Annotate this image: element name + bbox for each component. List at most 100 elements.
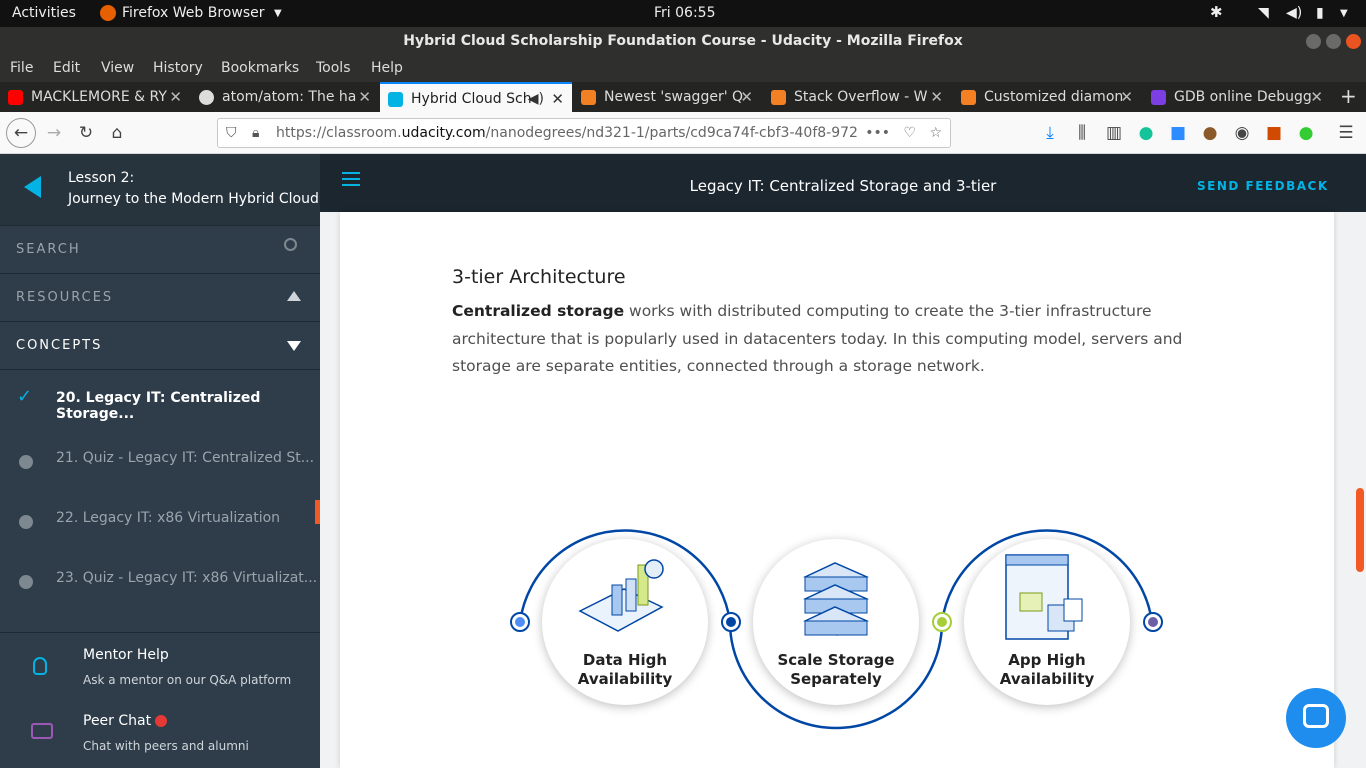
window-title: Hybrid Cloud Scholarship Foundation Cour… xyxy=(403,33,963,49)
close-tab-icon[interactable]: ✕ xyxy=(1310,82,1323,112)
udacity-icon xyxy=(388,92,403,107)
app-high-availability-circle: App High Availability xyxy=(964,539,1130,705)
concept-item[interactable]: 23. Quiz - Legacy IT: x86 Virtualizat... xyxy=(0,550,320,610)
lesson-title: Journey to the Modern Hybrid Cloud xyxy=(68,191,319,207)
tab-swagger[interactable]: Newest 'swagger' Q ✕ xyxy=(573,82,761,112)
article-paragraph: Centralized storage works with distribut… xyxy=(452,298,1222,381)
pocket-icon[interactable]: ♡ xyxy=(903,119,916,147)
tab-macklemore[interactable]: MACKLEMORE & RY ✕ xyxy=(0,82,190,112)
downloads-icon[interactable]: ⤓ xyxy=(1038,121,1062,145)
battery-icon[interactable]: ▮ xyxy=(1316,5,1324,21)
chevron-up-icon[interactable] xyxy=(287,291,301,301)
clock[interactable]: Fri 06:55 xyxy=(654,5,715,21)
url-path: /nanodegrees/nd321-1/parts/cd9ca74f-cbf3… xyxy=(485,125,858,141)
close-tab-icon[interactable]: ✕ xyxy=(930,82,943,112)
concept-label: 22. Legacy IT: x86 Virtualization xyxy=(56,510,281,526)
home-button[interactable]: ⌂ xyxy=(105,121,129,145)
close-window-button[interactable] xyxy=(1346,34,1361,49)
tab-label: Hybrid Cloud Sch xyxy=(411,91,532,107)
zoom-icon[interactable]: ■ xyxy=(1166,121,1190,145)
resources-section[interactable]: RESOURCES xyxy=(0,274,320,322)
audio-playing-icon[interactable]: ◀) xyxy=(528,84,544,112)
concept-label: 20. Legacy IT: Centralized Storage... xyxy=(56,390,261,422)
close-tab-icon[interactable]: ✕ xyxy=(169,82,182,112)
url-prefix: https://classroom. xyxy=(276,125,402,141)
close-tab-icon[interactable]: ✕ xyxy=(740,82,753,112)
peer-subtitle: Chat with peers and alumni xyxy=(83,739,249,753)
tab-atom[interactable]: atom/atom: The ha ✕ xyxy=(191,82,379,112)
tab-hybrid-cloud[interactable]: Hybrid Cloud Sch ◀) ✕ xyxy=(380,82,572,112)
menu-tools[interactable]: Tools xyxy=(316,60,351,76)
url-bar[interactable]: ⛉ 🔒︎ https://classroom.udacity.com/nanod… xyxy=(217,118,951,148)
concepts-label: CONCEPTS xyxy=(16,338,103,353)
menu-icon[interactable] xyxy=(342,172,360,186)
menu-help[interactable]: Help xyxy=(371,60,403,76)
close-tab-icon[interactable]: ✕ xyxy=(1120,82,1133,112)
storage-stack-icon xyxy=(803,562,869,636)
incomplete-dot-icon xyxy=(19,515,33,529)
menu-view[interactable]: View xyxy=(101,60,134,76)
close-tab-icon[interactable]: ✕ xyxy=(358,82,371,112)
tab-customized[interactable]: Customized diamon ✕ xyxy=(953,82,1141,112)
scale-storage-separately-circle: Scale Storage Separately xyxy=(753,539,919,705)
concept-label: 23. Quiz - Legacy IT: x86 Virtualizat... xyxy=(56,570,318,586)
new-tab-button[interactable]: + xyxy=(1340,84,1357,108)
app-window-icon xyxy=(1005,554,1083,640)
menu-bar: File Edit View History Bookmarks Tools H… xyxy=(0,55,1366,82)
three-tier-diagram: Data High Availability Scale Storage Separ… xyxy=(500,508,1170,748)
maximize-button[interactable] xyxy=(1326,34,1341,49)
peer-chat-link[interactable]: Peer Chat Chat with peers and alumni xyxy=(0,699,320,765)
wifi-icon[interactable]: ◥ xyxy=(1258,5,1269,21)
circle-label: Scale Storage Separately xyxy=(777,651,895,688)
cookie-icon[interactable]: ● xyxy=(1198,121,1222,145)
account-icon[interactable]: ◉ xyxy=(1230,121,1254,145)
accessibility-icon[interactable]: ✱ xyxy=(1210,3,1223,21)
menu-edit[interactable]: Edit xyxy=(53,60,80,76)
lock-icon[interactable]: 🔒︎ xyxy=(252,119,259,147)
reload-button[interactable]: ↻ xyxy=(74,121,98,145)
bold-term: Centralized storage xyxy=(452,302,625,320)
extension-green-icon[interactable]: ● xyxy=(1294,121,1318,145)
concept-item[interactable]: ✓ 20. Legacy IT: Centralized Storage... xyxy=(0,370,320,430)
menu-file[interactable]: File xyxy=(10,60,33,76)
chat-launcher-button[interactable] xyxy=(1286,688,1346,748)
hamburger-menu-icon[interactable]: ☰ xyxy=(1334,121,1358,145)
tab-label: MACKLEMORE & RY xyxy=(31,89,167,105)
menu-bookmarks[interactable]: Bookmarks xyxy=(221,60,299,76)
back-arrow-icon[interactable] xyxy=(24,176,41,198)
send-feedback-button[interactable]: SEND FEEDBACK xyxy=(1197,179,1329,193)
node-dot-purple xyxy=(1143,612,1163,632)
activities-button[interactable]: Activities xyxy=(12,5,76,21)
firefox-icon xyxy=(100,5,116,21)
chevron-down-icon[interactable] xyxy=(287,341,301,351)
library-icon[interactable]: ⫼ xyxy=(1070,121,1094,145)
menu-history[interactable]: History xyxy=(153,60,203,76)
minimize-button[interactable] xyxy=(1306,34,1321,49)
page-scrollbar-thumb[interactable] xyxy=(1356,488,1364,572)
tab-label: Stack Overflow - W xyxy=(794,89,928,105)
mentor-help-link[interactable]: Mentor Help Ask a mentor on our Q&A plat… xyxy=(0,633,320,699)
tab-label: GDB online Debugg xyxy=(1174,89,1312,105)
tab-stackoverflow[interactable]: Stack Overflow - W ✕ xyxy=(763,82,951,112)
concept-item[interactable]: 22. Legacy IT: x86 Virtualization xyxy=(0,490,320,550)
shield-icon[interactable]: ⛉ xyxy=(226,119,237,147)
concepts-section[interactable]: CONCEPTS xyxy=(0,322,320,370)
concept-item[interactable]: 21. Quiz - Legacy IT: Centralized St... xyxy=(0,430,320,490)
extension-icon[interactable]: ■ xyxy=(1262,121,1286,145)
grammarly-icon[interactable]: ● xyxy=(1134,121,1158,145)
forward-button[interactable]: → xyxy=(42,121,66,145)
incomplete-dot-icon xyxy=(19,575,33,589)
close-tab-icon[interactable]: ✕ xyxy=(551,84,564,112)
bookmark-star-icon[interactable]: ☆ xyxy=(929,119,942,147)
tab-gdb[interactable]: GDB online Debugg ✕ xyxy=(1143,82,1331,112)
sidebar-toggle-icon[interactable]: ▥ xyxy=(1102,121,1126,145)
volume-icon[interactable]: ◀) xyxy=(1286,5,1302,21)
search-icon[interactable] xyxy=(284,238,297,251)
system-menu-chevron-icon[interactable]: ▼ xyxy=(1340,8,1348,19)
data-chart-icon xyxy=(578,559,664,632)
data-high-availability-circle: Data High Availability xyxy=(542,539,708,705)
page-actions-icon[interactable]: ••• xyxy=(861,119,890,147)
search-section[interactable]: SEARCH xyxy=(0,226,320,274)
app-menu[interactable]: Firefox Web Browser xyxy=(122,5,265,21)
back-button[interactable]: ← xyxy=(6,118,36,148)
